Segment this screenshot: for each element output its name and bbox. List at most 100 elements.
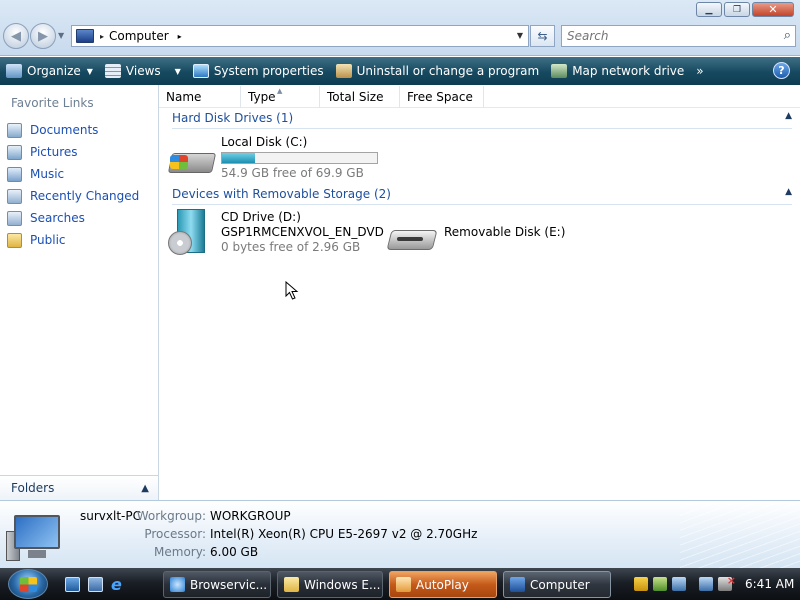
chevron-up-icon[interactable]: ▲: [785, 187, 792, 197]
drive-removable-e[interactable]: Removable Disk (E:): [444, 225, 565, 239]
breadcrumb-computer[interactable]: Computer: [109, 29, 169, 43]
views-icon: [104, 64, 121, 78]
uninstall-program-icon: [335, 64, 352, 78]
sidebar-item-public[interactable]: Public: [0, 229, 158, 251]
column-header-name[interactable]: Name: [159, 86, 241, 108]
sort-arrow-icon: ▲: [277, 87, 283, 95]
sidebar-item-pictures[interactable]: Pictures: [0, 141, 158, 163]
drive-cd-d[interactable]: CD Drive (D:) GSP1RMCENXVOL_EN_DVD 0 byt…: [221, 210, 384, 254]
sidebar-item-documents[interactable]: Documents: [0, 119, 158, 141]
forward-button[interactable]: ▶: [30, 23, 56, 49]
map-network-drive-icon: [551, 64, 568, 78]
organize-icon: [6, 64, 22, 78]
sidebar-item-label: Recently Changed: [30, 189, 140, 203]
start-button[interactable]: [8, 569, 48, 599]
help-icon[interactable]: ?: [773, 62, 790, 79]
search-icon[interactable]: ⌕: [784, 28, 791, 43]
organize-button[interactable]: Organize ▼: [0, 57, 99, 85]
address-bar[interactable]: ▸ Computer ▸ ▼: [71, 25, 529, 47]
drive-name: CD Drive (D:): [221, 210, 301, 224]
close-button[interactable]: ✕: [752, 2, 794, 17]
drive-name: Removable Disk (E:): [444, 225, 566, 239]
computer-name: survxlt-PC: [80, 509, 141, 523]
sidebar-item-recently-changed[interactable]: Recently Changed: [0, 185, 158, 207]
uninstall-program-label: Uninstall or change a program: [356, 64, 540, 78]
computer-icon: [76, 29, 94, 43]
breadcrumb-arrow[interactable]: ▸: [178, 32, 182, 41]
public-folder-icon: [7, 232, 22, 248]
refresh-icon: ⇆: [537, 29, 548, 43]
maximize-button[interactable]: ❐: [724, 2, 750, 17]
processor-label: Processor:: [144, 527, 206, 541]
sidebar-item-label: Pictures: [30, 145, 78, 159]
address-dropdown-icon[interactable]: ▼: [517, 31, 523, 40]
views-button[interactable]: Views ▼: [99, 57, 187, 85]
back-button[interactable]: ◀: [3, 23, 29, 49]
group-hard-disk-drives[interactable]: Hard Disk Drives (1) ▲: [172, 111, 792, 129]
folder-icon: [284, 577, 299, 592]
group-title: Devices with Removable Storage (2): [172, 187, 391, 201]
taskbar: e Browservic... Windows E... AutoPlay Co…: [0, 568, 800, 600]
column-header-free-space[interactable]: Free Space: [400, 86, 484, 108]
taskbar-button-label: AutoPlay: [416, 577, 469, 592]
sidebar-item-label: Music: [30, 167, 65, 181]
details-pane: survxlt-PC Workgroup: WORKGROUP Processo…: [0, 500, 800, 569]
internet-explorer-icon[interactable]: e: [111, 577, 126, 593]
system-properties-button[interactable]: System properties: [187, 57, 330, 85]
taskbar-button-windows-explorer[interactable]: Windows E...: [277, 571, 383, 598]
network-icon[interactable]: [672, 577, 686, 591]
chevron-down-icon[interactable]: ▼: [175, 67, 181, 76]
taskbar-button-browservice[interactable]: Browservic...: [163, 571, 271, 598]
group-removable-storage[interactable]: Devices with Removable Storage (2) ▲: [172, 187, 792, 205]
window-controls: ▁ ❐ ✕: [696, 2, 794, 17]
removable-disk-icon[interactable]: [386, 226, 438, 252]
minimize-button[interactable]: ▁: [696, 2, 722, 17]
chevron-up-icon: ▲: [141, 482, 149, 494]
recent-pages-dropdown[interactable]: ▼: [58, 31, 64, 40]
folders-toggle[interactable]: Folders ▲: [0, 475, 158, 500]
mouse-cursor-icon: [285, 281, 299, 300]
forward-arrow-icon: ▶: [38, 28, 48, 44]
column-header-type[interactable]: ▲ Type: [241, 86, 320, 108]
search-box[interactable]: ⌕: [561, 25, 796, 47]
network-connection-icon[interactable]: [699, 577, 713, 591]
system-tray: 6:41 AM: [627, 570, 800, 598]
drive-free-space: 54.9 GB free of 69.9 GB: [221, 166, 364, 180]
chevron-up-icon[interactable]: ▲: [785, 111, 792, 121]
taskbar-button-label: Browservic...: [190, 577, 268, 592]
sidebar-item-label: Documents: [30, 123, 99, 137]
cd-drive-icon[interactable]: [168, 209, 208, 257]
decorative-swoosh: [680, 501, 800, 569]
hard-disk-icon[interactable]: [167, 143, 217, 179]
more-commands-button[interactable]: »: [690, 57, 707, 85]
uninstall-program-button[interactable]: Uninstall or change a program: [330, 57, 546, 85]
drive-name: Local Disk (C:): [221, 135, 308, 149]
workgroup-label: Workgroup:: [136, 509, 206, 523]
clock[interactable]: 6:41 AM: [745, 577, 794, 591]
map-network-drive-button[interactable]: Map network drive: [545, 57, 690, 85]
windows-update-icon[interactable]: [653, 577, 667, 591]
search-input[interactable]: [562, 26, 762, 46]
column-header-total-size[interactable]: Total Size: [320, 86, 400, 108]
taskbar-button-autoplay[interactable]: AutoPlay: [389, 571, 497, 598]
show-desktop-icon[interactable]: [65, 577, 80, 592]
sidebar-item-searches[interactable]: Searches: [0, 207, 158, 229]
drive-free-space: 0 bytes free of 2.96 GB: [221, 240, 361, 254]
refresh-button[interactable]: ⇆: [530, 25, 555, 47]
sidebar-item-music[interactable]: Music: [0, 163, 158, 185]
security-shield-icon[interactable]: [634, 577, 648, 591]
sidebar-item-label: Public: [30, 233, 66, 247]
drive-usage-fill: [222, 153, 256, 163]
volume-muted-icon[interactable]: [718, 574, 736, 591]
drive-local-disk-c[interactable]: Local Disk (C:) 54.9 GB free of 69.9 GB: [221, 135, 378, 180]
map-network-drive-label: Map network drive: [572, 64, 685, 78]
taskbar-button-computer[interactable]: Computer: [503, 571, 611, 598]
title-bar: ▁ ❐ ✕ ◀ ▶ ▼ ▸ Computer ▸ ▼ ⇆ ⌕: [0, 0, 800, 56]
taskbar-button-label: Computer: [530, 577, 590, 592]
breadcrumb-separator[interactable]: ▸: [100, 32, 104, 41]
column-header-type-label: Type: [248, 90, 276, 104]
drive-usage-bar: [221, 152, 378, 164]
switch-windows-icon[interactable]: [88, 577, 103, 592]
drive-volume-label: GSP1RMCENXVOL_EN_DVD: [221, 225, 384, 239]
chevron-down-icon: ▼: [86, 66, 93, 76]
